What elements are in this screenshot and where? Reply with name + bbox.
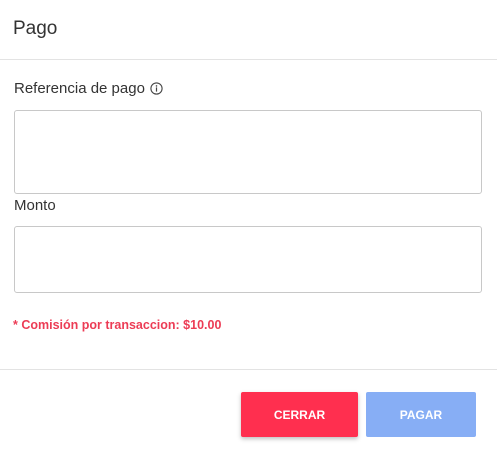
payment-dialog: Pago Referencia de pago Monto * Comisión… [0,0,497,453]
footer-divider [0,369,497,370]
payment-reference-input[interactable] [14,110,482,194]
amount-input[interactable] [14,226,482,293]
reference-label: Referencia de pago [14,80,145,97]
reference-label-row: Referencia de pago [14,80,163,97]
close-button[interactable]: CERRAR [241,392,358,437]
pay-button[interactable]: PAGAR [366,392,476,437]
info-icon[interactable] [150,82,163,95]
dialog-title: Pago [13,18,58,39]
amount-label: Monto [14,197,56,214]
transaction-fee-note: * Comisión por transaccion: $10.00 [13,318,222,332]
dialog-header: Pago [0,0,497,60]
